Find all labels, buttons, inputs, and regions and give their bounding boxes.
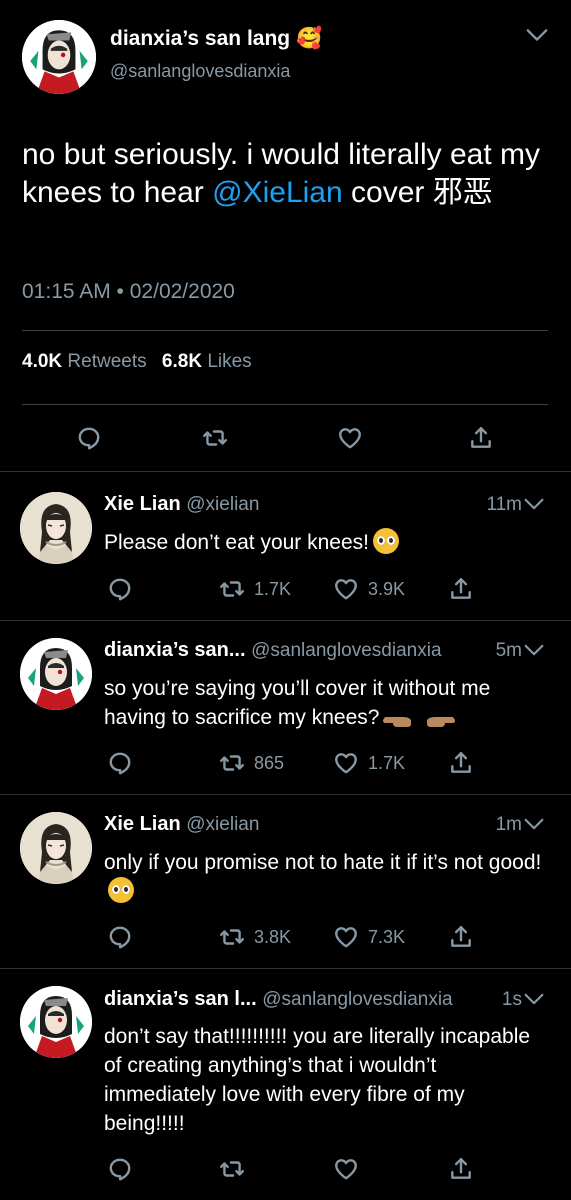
retweet-count: 865 [254,753,285,773]
heart-icon[interactable] [337,425,363,451]
retweet-icon[interactable] [219,924,245,950]
chevron-down-icon[interactable] [526,28,548,42]
timestamp: 01:15 AM • 02/02/2020 [22,280,235,303]
divider [22,404,548,405]
reply-text: Please don’t eat your knees! [104,528,544,557]
heart-icon[interactable] [333,750,359,776]
heart-icon[interactable] [333,924,359,950]
reply-icon[interactable] [76,425,102,451]
retweet-icon[interactable] [219,750,245,776]
reply-time: 5m [495,640,522,661]
handle[interactable]: @sanlanglovesdianxia [251,640,441,661]
retweet-count: 1.7K [254,579,292,599]
retweet-count: 3.8K [254,927,292,947]
handle[interactable]: @sanlanglovesdianxia [110,61,290,82]
chevron-down-icon[interactable] [524,818,544,830]
reply-text: only if you promise not to hate it if it… [104,848,544,906]
retweet-icon[interactable] [219,1156,245,1182]
display-name[interactable]: Xie Lian [104,813,181,835]
pleading-face-emoji [373,528,400,554]
chevron-down-icon[interactable] [524,498,544,510]
avatar[interactable] [20,638,92,710]
reply-header: dianxia’s san l... @sanlanglovesdianxia [104,988,453,1011]
avatar[interactable] [22,20,96,94]
share-icon[interactable] [468,425,494,451]
chevron-down-icon[interactable] [524,644,544,656]
divider [0,620,571,621]
reply-header: Xie Lian @xielian [104,813,259,836]
divider [22,330,548,331]
reply-icon[interactable] [107,1156,133,1182]
engagement-stats: 4.0K Retweets 6.8K Likes [22,351,262,373]
reply-header: Xie Lian @xielian [104,493,259,516]
pointing-hands-emoji [383,707,456,736]
avatar[interactable] [20,812,92,884]
tweet-text: no but seriously. i would literally eat … [22,136,552,212]
tweet-text-part: cover 邪恶 [342,176,493,209]
divider [0,968,571,969]
like-count: 7.3K [368,927,406,947]
share-icon[interactable] [448,1156,474,1182]
share-icon[interactable] [448,924,474,950]
reply-header: dianxia’s san... @sanlanglovesdianxia [104,639,442,662]
retweets-count[interactable]: 4.0K [22,351,62,372]
reply-text: don’t say that!!!!!!!!!! you are literal… [104,1025,531,1135]
divider [0,794,571,795]
retweets-label[interactable]: Retweets [67,351,146,372]
reply-icon[interactable] [107,750,133,776]
reply-time: 1s [501,989,522,1010]
reply-time: 1m [495,814,522,835]
retweet-icon[interactable] [202,425,228,451]
handle[interactable]: @sanlanglovesdianxia [262,989,452,1010]
reply-icon[interactable] [107,924,133,950]
handle[interactable]: @xielian [186,494,259,515]
likes-count[interactable]: 6.8K [162,351,202,372]
divider [0,471,571,472]
heart-icon[interactable] [333,576,359,602]
reply-time: 11m [486,494,522,515]
retweet-icon[interactable] [219,576,245,602]
reply-text-content: Please don’t eat your knees! [104,531,370,554]
display-name[interactable]: dianxia’s san... [104,639,246,661]
handle[interactable]: @xielian [186,814,259,835]
avatar[interactable] [20,492,92,564]
heart-icon[interactable] [333,1156,359,1182]
chevron-down-icon[interactable] [524,993,544,1005]
display-name[interactable]: dianxia’s san lang 🥰 [110,27,322,51]
like-count: 1.7K [368,753,406,773]
share-icon[interactable] [448,576,474,602]
share-icon[interactable] [448,750,474,776]
display-name[interactable]: Xie Lian [104,493,181,515]
avatar[interactable] [20,986,92,1058]
like-count: 3.9K [368,579,406,599]
mention-link[interactable]: @XieLian [212,176,343,209]
pleading-face-emoji [108,877,134,903]
display-name[interactable]: dianxia’s san l... [104,988,257,1010]
likes-label[interactable]: Likes [207,351,251,372]
reply-icon[interactable] [107,576,133,602]
reply-text: so you’re saying you’ll cover it without… [104,674,544,736]
reply-text-content: only if you promise not to hate it if it… [104,851,542,874]
